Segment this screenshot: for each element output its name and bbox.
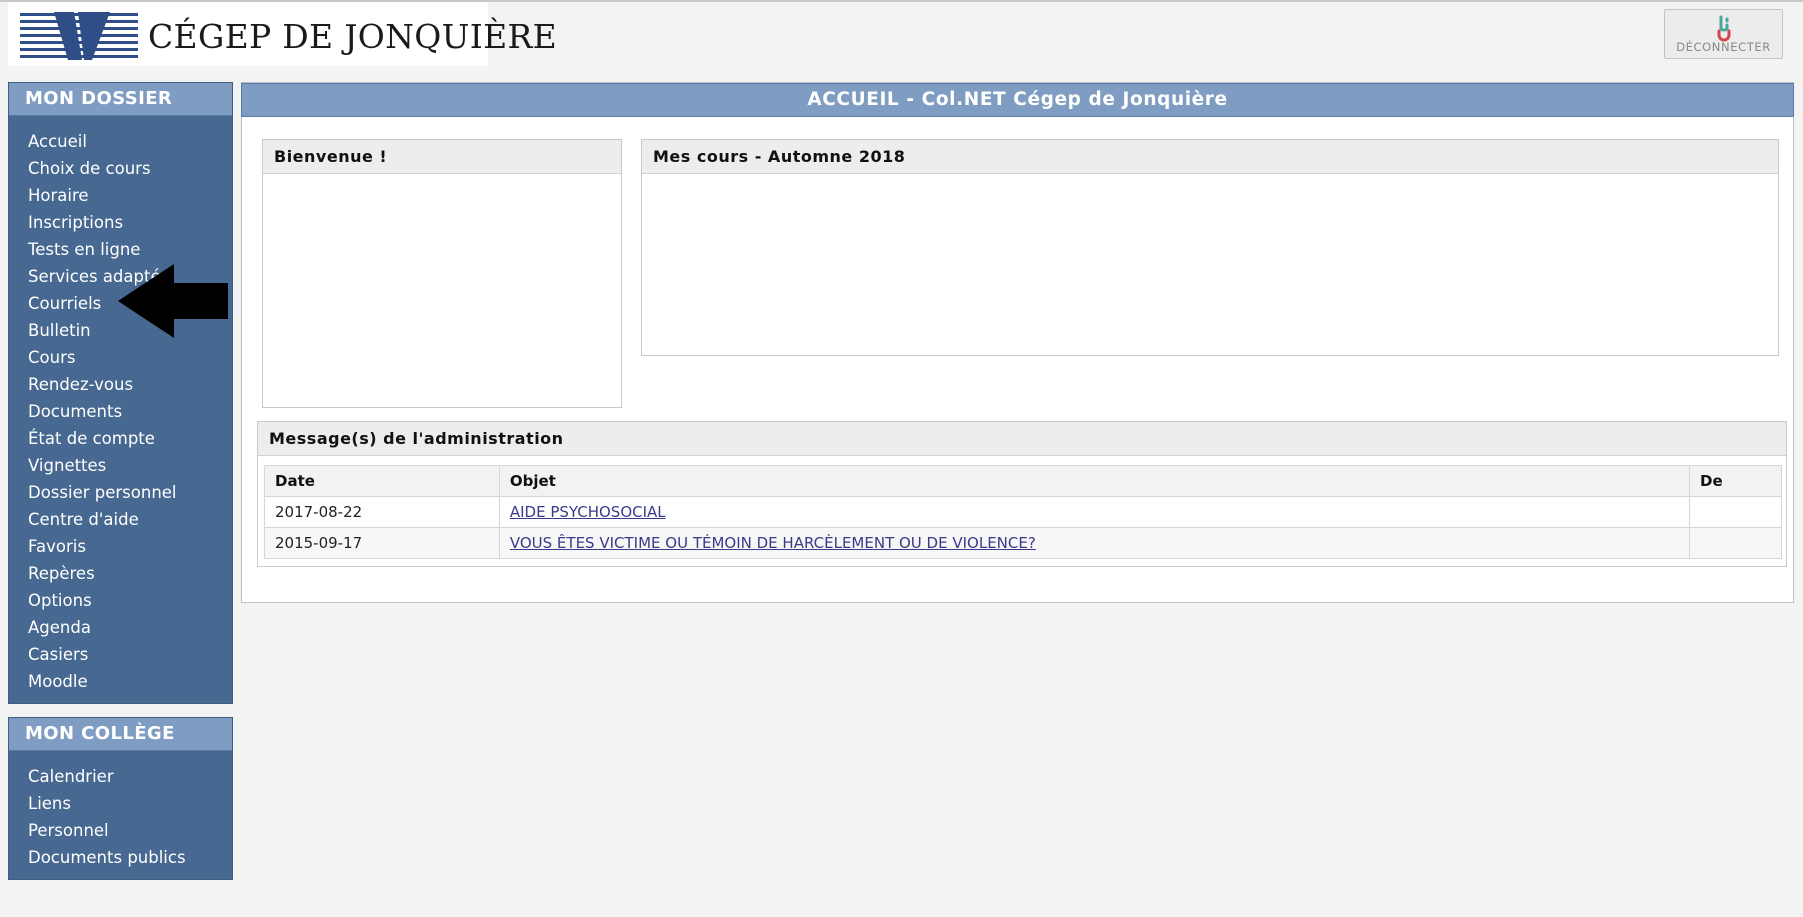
logo-text: CÉGEP DE JONQUIÈRE bbox=[148, 16, 558, 56]
sidebar-item-cours[interactable]: Cours bbox=[9, 345, 232, 372]
sidebar-item-liens[interactable]: Liens bbox=[9, 791, 232, 818]
message-subject-link[interactable]: VOUS ÊTES VICTIME OU TÉMOIN DE HARCÈLEME… bbox=[510, 534, 1036, 552]
table-row: 2015-09-17 VOUS ÊTES VICTIME OU TÉMOIN D… bbox=[264, 527, 1782, 559]
arrow-left-icon bbox=[118, 264, 228, 338]
message-from bbox=[1689, 527, 1782, 559]
message-subject-cell: VOUS ÊTES VICTIME OU TÉMOIN DE HARCÈLEME… bbox=[498, 527, 1691, 559]
power-plug-icon bbox=[1717, 15, 1730, 42]
sidebar-item-rendez-vous[interactable]: Rendez-vous bbox=[9, 372, 232, 399]
sidebar-item-inscriptions[interactable]: Inscriptions bbox=[9, 210, 232, 237]
message-from bbox=[1689, 496, 1782, 528]
sidebar-item-choix-de-cours[interactable]: Choix de cours bbox=[9, 156, 232, 183]
sidebar-item-centre-daide[interactable]: Centre d'aide bbox=[9, 507, 232, 534]
sidebar-title-mon-college: MON COLLÈGE bbox=[9, 718, 232, 751]
site-header: CÉGEP DE JONQUIÈRE bbox=[8, 2, 557, 66]
sidebar-item-etat-de-compte[interactable]: État de compte bbox=[9, 426, 232, 453]
message-date: 2017-08-22 bbox=[264, 496, 500, 528]
table-row: 2017-08-22 AIDE PSYCHOSOCIAL bbox=[264, 496, 1782, 528]
sidebar-dossier-list: Accueil Choix de cours Horaire Inscripti… bbox=[9, 116, 232, 696]
sidebar-item-moodle[interactable]: Moodle bbox=[9, 669, 232, 696]
sidebar-item-favoris[interactable]: Favoris bbox=[9, 534, 232, 561]
sidebar-item-documents-publics[interactable]: Documents publics bbox=[9, 845, 232, 872]
sidebar-item-agenda[interactable]: Agenda bbox=[9, 615, 232, 642]
welcome-box: Bienvenue ! bbox=[262, 139, 622, 408]
courses-box: Mes cours - Automne 2018 bbox=[641, 139, 1779, 356]
logout-button[interactable]: DÉCONNECTER bbox=[1664, 9, 1783, 59]
messages-table: Date Objet De 2017-08-22 AIDE PSYCHOSOCI… bbox=[264, 465, 1782, 559]
message-subject-link[interactable]: AIDE PSYCHOSOCIAL bbox=[510, 503, 666, 521]
sidebar-mon-dossier: MON DOSSIER Accueil Choix de cours Horai… bbox=[8, 82, 233, 704]
sidebar-item-reperes[interactable]: Repères bbox=[9, 561, 232, 588]
cegep-logo[interactable]: CÉGEP DE JONQUIÈRE bbox=[20, 12, 557, 60]
sidebar-item-documents[interactable]: Documents bbox=[9, 399, 232, 426]
cegep-logo-mark-icon bbox=[20, 12, 138, 60]
page-title: ACCUEIL - Col.NET Cégep de Jonquière bbox=[241, 83, 1794, 117]
welcome-title: Bienvenue ! bbox=[263, 140, 621, 174]
sidebar-item-personnel[interactable]: Personnel bbox=[9, 818, 232, 845]
admin-messages-title: Message(s) de l'administration bbox=[258, 422, 1786, 456]
message-date: 2015-09-17 bbox=[264, 527, 500, 559]
sidebar-item-dossier-personnel[interactable]: Dossier personnel bbox=[9, 480, 232, 507]
sidebar-item-tests-en-ligne[interactable]: Tests en ligne bbox=[9, 237, 232, 264]
column-header-objet: Objet bbox=[498, 465, 1691, 497]
column-header-date: Date bbox=[264, 465, 500, 497]
sidebar-item-casiers[interactable]: Casiers bbox=[9, 642, 232, 669]
main-panel: ACCUEIL - Col.NET Cégep de Jonquière Bie… bbox=[241, 82, 1794, 603]
sidebar-item-calendrier[interactable]: Calendrier bbox=[9, 764, 232, 791]
column-header-de: De bbox=[1689, 465, 1782, 497]
admin-messages-box: Message(s) de l'administration Date Obje… bbox=[257, 421, 1787, 567]
courses-title: Mes cours - Automne 2018 bbox=[642, 140, 1778, 174]
sidebar-item-options[interactable]: Options bbox=[9, 588, 232, 615]
sidebar-item-accueil[interactable]: Accueil bbox=[9, 129, 232, 156]
sidebar-mon-college: MON COLLÈGE Calendrier Liens Personnel D… bbox=[8, 717, 233, 880]
sidebar-title-mon-dossier: MON DOSSIER bbox=[9, 83, 232, 116]
sidebar-item-horaire[interactable]: Horaire bbox=[9, 183, 232, 210]
messages-header-row: Date Objet De bbox=[264, 465, 1782, 497]
sidebar-item-vignettes[interactable]: Vignettes bbox=[9, 453, 232, 480]
message-subject-cell: AIDE PSYCHOSOCIAL bbox=[498, 496, 1691, 528]
sidebar-college-list: Calendrier Liens Personnel Documents pub… bbox=[9, 751, 232, 872]
